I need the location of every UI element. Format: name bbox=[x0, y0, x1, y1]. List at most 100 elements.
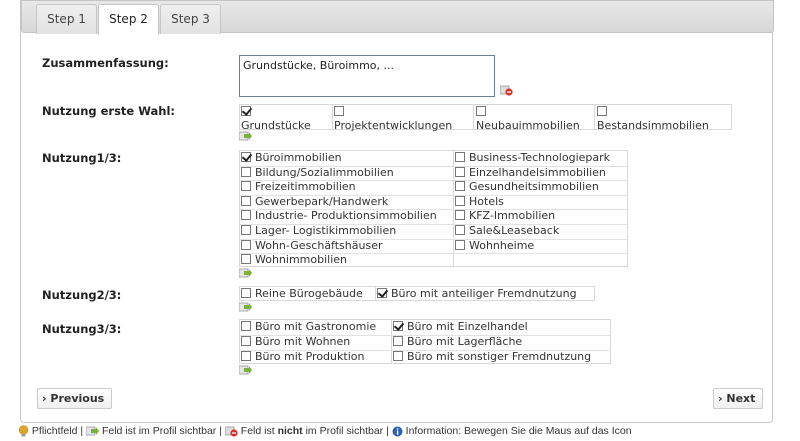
legend-required: Pflichtfeld | bbox=[31, 425, 84, 438]
usage-1-option[interactable]: Freizeitimmobilien bbox=[241, 180, 356, 195]
usage-3-option[interactable]: Büro mit Wohnen bbox=[241, 335, 350, 350]
checkbox[interactable] bbox=[377, 288, 387, 298]
tab-step-2[interactable]: Step 2 bbox=[98, 4, 159, 35]
usage-1-option-label: Bildung/Sozialimmobilien bbox=[255, 165, 394, 179]
required-bulb-icon bbox=[18, 425, 29, 437]
first-choice-option[interactable]: Bestandsimmobilien bbox=[597, 105, 709, 132]
usage-1-option-label: Einzelhandelsimmobilien bbox=[469, 165, 606, 179]
chevron-right-icon: › bbox=[42, 392, 47, 405]
usage-1-option-label: Sale&Leaseback bbox=[469, 224, 560, 237]
checkbox[interactable] bbox=[241, 152, 251, 162]
usage-1-option-label: Industrie- Produktionsimmobilien bbox=[255, 209, 437, 223]
first-choice-option[interactable]: Projektentwicklungen bbox=[334, 105, 452, 132]
usage-1-option[interactable]: Wohnheime bbox=[455, 239, 534, 254]
checkbox[interactable] bbox=[241, 210, 251, 221]
visible-arrow-icon[interactable] bbox=[239, 302, 252, 313]
checkbox[interactable] bbox=[241, 350, 251, 361]
checkbox[interactable] bbox=[241, 181, 251, 192]
checkbox[interactable] bbox=[393, 335, 403, 346]
usage-1-option-label: Büroimmobilien bbox=[255, 151, 342, 164]
checkbox[interactable] bbox=[241, 195, 251, 206]
usage-1-option[interactable]: Hotels bbox=[455, 195, 504, 210]
usage-1-option-label: Wohnimmobilien bbox=[255, 253, 348, 267]
legend-visible: Feld ist im Profil sichtbar | bbox=[101, 425, 222, 438]
checkbox[interactable] bbox=[241, 166, 251, 177]
usage-3-option[interactable]: Büro mit Einzelhandel bbox=[393, 320, 528, 335]
checkbox[interactable] bbox=[455, 195, 465, 206]
checkbox[interactable] bbox=[241, 335, 251, 346]
usage-1-option-label: Gewerbepark/Handwerk bbox=[255, 194, 389, 208]
first-choice-option[interactable]: Grundstücke bbox=[241, 105, 311, 132]
checkbox[interactable] bbox=[393, 321, 403, 331]
tab-bar: Step 1 Step 2 Step 3 bbox=[21, 0, 774, 35]
usage-1-option[interactable]: KFZ-Immobilien bbox=[455, 209, 555, 224]
tab-step-1[interactable]: Step 1 bbox=[36, 4, 97, 34]
usage-3-option-label: Büro mit Wohnen bbox=[255, 334, 351, 348]
legend-info: Information: Bewegen Sie die Maus auf da… bbox=[405, 425, 632, 438]
visible-arrow-icon[interactable] bbox=[239, 268, 252, 279]
usage-1-option[interactable]: Bildung/Sozialimmobilien bbox=[241, 166, 394, 181]
usage-1-option[interactable]: Business-Technologiepark bbox=[455, 151, 610, 166]
visible-arrow-icon[interactable] bbox=[239, 365, 252, 376]
usage-3-option[interactable]: Büro mit Gastronomie bbox=[241, 320, 376, 335]
usage-1-option-label: Freizeitimmobilien bbox=[255, 180, 356, 194]
usage-1-option-label: Wohn-Geschäftshäuser bbox=[255, 238, 383, 252]
next-button[interactable]: › Next bbox=[713, 388, 764, 409]
usage-3-option[interactable]: Büro mit Lagerfläche bbox=[393, 335, 522, 350]
info-icon bbox=[392, 426, 403, 437]
usage-2-label: Nutzung2/3: bbox=[42, 288, 122, 302]
usage-2-option[interactable]: Büro mit anteiliger Fremdnutzung bbox=[377, 287, 577, 302]
hidden-icon bbox=[224, 426, 238, 437]
usage-3-label: Nutzung3/3: bbox=[42, 322, 122, 336]
visible-arrow-icon[interactable] bbox=[239, 131, 252, 142]
visible-arrow-icon bbox=[85, 426, 100, 436]
usage-1-option-label: Hotels bbox=[469, 194, 504, 208]
usage-3-option[interactable]: Büro mit Produktion bbox=[241, 350, 364, 365]
usage-1-option[interactable]: Wohnimmobilien bbox=[241, 253, 347, 268]
usage-3-group: Büro mit Gastronomie Büro mit Einzelhande… bbox=[239, 319, 611, 364]
checkbox[interactable] bbox=[334, 106, 344, 116]
summary-label: Zusammenfassung: bbox=[42, 56, 169, 70]
checkbox[interactable] bbox=[455, 239, 465, 250]
usage-3-option-label: Büro mit Lagerfläche bbox=[407, 334, 523, 348]
checkbox[interactable] bbox=[455, 210, 465, 221]
first-choice-option[interactable]: Neubauimmobilien bbox=[476, 105, 580, 132]
usage-1-option[interactable]: Gesundheitsimmobilien bbox=[455, 180, 599, 195]
usage-1-option[interactable]: Sale&Leaseback bbox=[455, 224, 559, 239]
usage-3-option[interactable]: Büro mit sonstiger Fremdnutzung bbox=[393, 350, 591, 365]
checkbox[interactable] bbox=[476, 106, 486, 116]
checkbox[interactable] bbox=[455, 152, 465, 162]
usage-1-label: Nutzung1/3: bbox=[42, 151, 122, 165]
usage-1-option-label: Gesundheitsimmobilien bbox=[469, 180, 599, 194]
usage-3-option-label: Büro mit Produktion bbox=[255, 349, 365, 363]
previous-button[interactable]: › Previous bbox=[37, 388, 113, 409]
usage-1-option-label: Lager- Logistikimmobilien bbox=[255, 224, 397, 237]
usage-1-option[interactable]: Büroimmobilien bbox=[241, 151, 342, 166]
checkbox[interactable] bbox=[241, 254, 251, 265]
checkbox[interactable] bbox=[241, 225, 251, 235]
checkbox[interactable] bbox=[241, 321, 251, 331]
checkbox[interactable] bbox=[241, 106, 251, 116]
checkbox[interactable] bbox=[455, 225, 465, 235]
checkbox[interactable] bbox=[597, 106, 607, 116]
hidden-icon[interactable] bbox=[500, 85, 513, 96]
checkbox[interactable] bbox=[393, 350, 403, 361]
usage-1-option[interactable]: Industrie- Produktionsimmobilien bbox=[241, 209, 437, 224]
usage-3-option-label: Büro mit Gastronomie bbox=[255, 320, 377, 333]
usage-1-option[interactable]: Gewerbepark/Handwerk bbox=[241, 195, 388, 210]
checkbox[interactable] bbox=[241, 288, 251, 298]
checkbox[interactable] bbox=[241, 239, 251, 250]
usage-1-group: Büroimmobilien Business-Technologiepark Bi… bbox=[239, 150, 628, 267]
checkbox[interactable] bbox=[455, 166, 465, 177]
summary-textarea[interactable]: Grundstücke, Büroimmo, ... bbox=[239, 55, 495, 97]
usage-1-option[interactable]: Wohn-Geschäftshäuser bbox=[241, 239, 383, 254]
usage-1-option[interactable]: Lager- Logistikimmobilien bbox=[241, 224, 396, 239]
usage-1-option-label: KFZ-Immobilien bbox=[469, 209, 556, 223]
usage-1-option-label: Business-Technologiepark bbox=[469, 151, 611, 164]
checkbox[interactable] bbox=[455, 181, 465, 192]
tab-step-3[interactable]: Step 3 bbox=[160, 4, 221, 34]
usage-1-option-label: Wohnheime bbox=[469, 238, 535, 252]
usage-2-option[interactable]: Reine Bürogebäude bbox=[241, 287, 363, 302]
usage-3-option-label: Büro mit sonstiger Fremdnutzung bbox=[407, 349, 592, 363]
usage-1-option[interactable]: Einzelhandelsimmobilien bbox=[455, 166, 606, 181]
